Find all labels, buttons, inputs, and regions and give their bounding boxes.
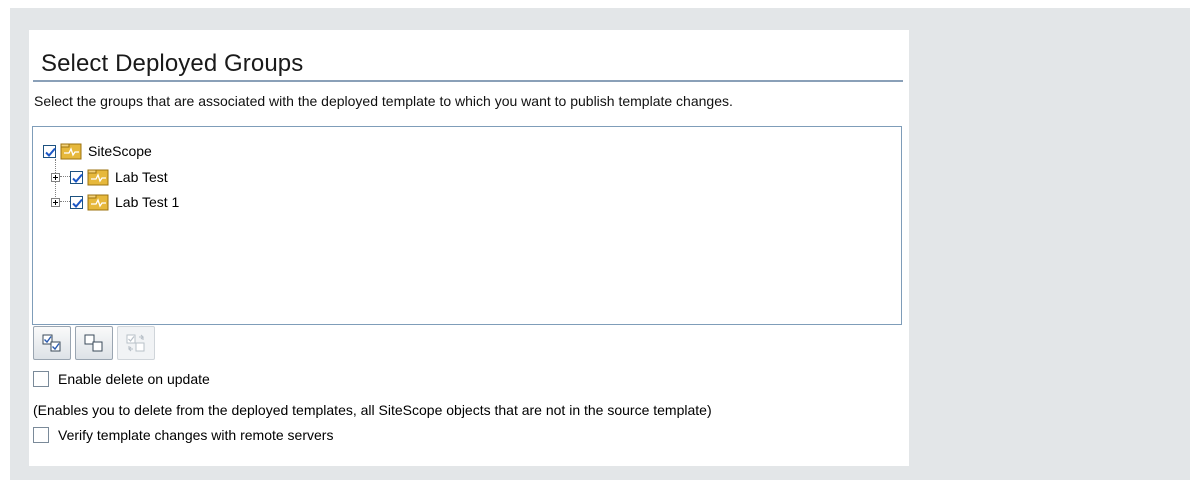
invert-selection-button[interactable]: [117, 326, 155, 360]
group-tree[interactable]: SiteScope Lab Test Lab Test 1: [32, 126, 902, 325]
verify-changes-checkbox[interactable]: [33, 427, 49, 443]
tree-connector: [60, 176, 70, 178]
page-title: Select Deployed Groups: [41, 50, 304, 77]
tree-node-lab-test[interactable]: Lab Test: [51, 167, 168, 187]
select-all-button[interactable]: [33, 326, 71, 360]
tree-node-label: Lab Test 1: [115, 194, 180, 210]
tree-node-sitescope[interactable]: SiteScope: [43, 141, 152, 161]
enable-delete-note: (Enables you to delete from the deployed…: [33, 402, 712, 418]
invert-selection-icon: [126, 334, 145, 352]
tree-node-label: Lab Test: [115, 169, 168, 185]
enable-delete-checkbox[interactable]: [33, 371, 49, 387]
sitescope-checkbox[interactable]: [43, 144, 56, 158]
group-folder-icon: [60, 143, 82, 160]
group-folder-icon: [87, 194, 109, 211]
select-deployed-groups-panel: Select Deployed Groups Select the groups…: [29, 30, 909, 466]
verify-changes-label: Verify template changes with remote serv…: [58, 427, 334, 443]
expand-icon[interactable]: [51, 197, 60, 207]
verify-changes-option[interactable]: Verify template changes with remote serv…: [33, 427, 333, 443]
enable-delete-label: Enable delete on update: [58, 371, 210, 387]
clear-selection-button[interactable]: [75, 326, 113, 360]
expand-icon[interactable]: [51, 172, 60, 182]
enable-delete-option[interactable]: Enable delete on update: [33, 371, 210, 387]
group-folder-icon: [87, 169, 109, 186]
tree-connector: [60, 201, 70, 203]
clear-selection-icon: [84, 334, 103, 352]
tree-toolbar: [33, 326, 155, 360]
tree-node-label: SiteScope: [88, 143, 152, 159]
title-underline: [33, 80, 903, 82]
lab-test-checkbox[interactable]: [70, 170, 83, 184]
lab-test-1-checkbox[interactable]: [70, 195, 83, 209]
page-description: Select the groups that are associated wi…: [34, 93, 733, 109]
tree-node-lab-test-1[interactable]: Lab Test 1: [51, 192, 179, 212]
select-all-icon: [42, 334, 61, 352]
